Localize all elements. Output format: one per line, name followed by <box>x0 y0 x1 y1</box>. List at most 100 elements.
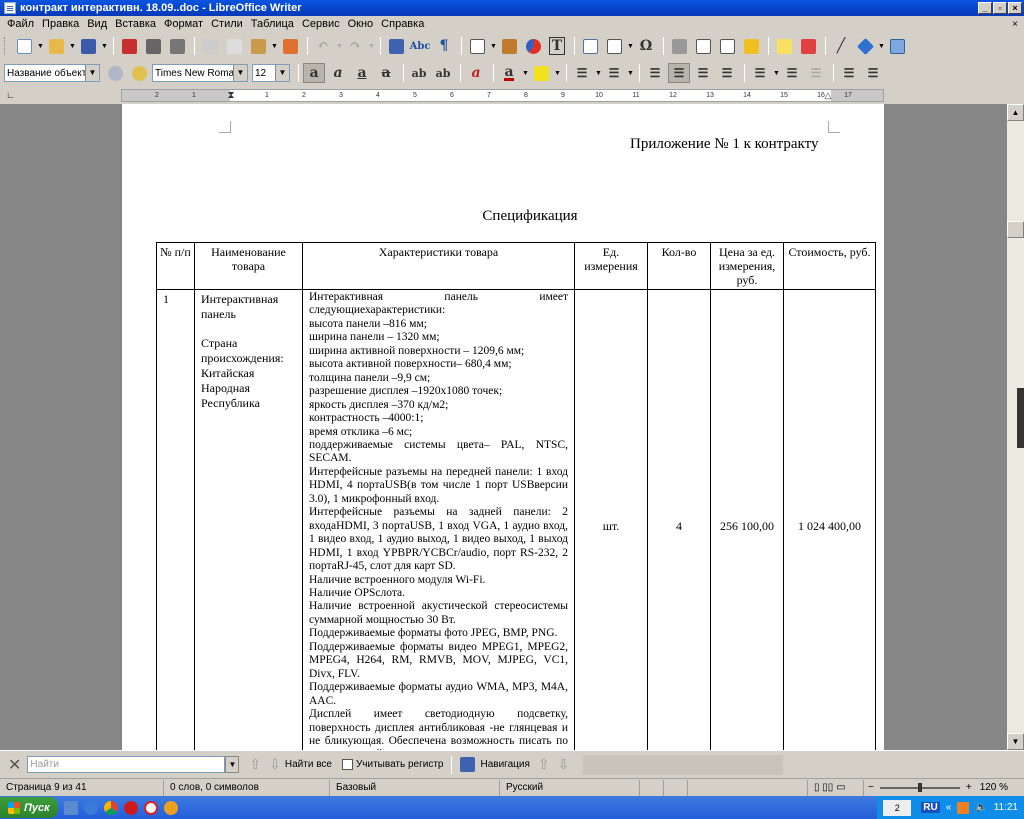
new-dropdown-arrow[interactable]: ▼ <box>37 43 45 50</box>
header-quantity[interactable]: Кол-во <box>647 242 711 290</box>
header-unit-price[interactable]: Цена за ед. измерения, руб. <box>710 242 784 290</box>
opera-icon[interactable] <box>123 800 138 815</box>
bullets-dropdown-arrow[interactable]: ▼ <box>595 70 603 77</box>
insert-table-button[interactable] <box>466 36 488 56</box>
font-size-select[interactable]: 12 ▼ <box>252 64 290 82</box>
cell-number[interactable]: 1 <box>156 289 195 750</box>
font-color-button[interactable]: a <box>498 63 520 83</box>
document-modified-status[interactable] <box>664 779 688 796</box>
left-indent-marker[interactable]: ⧗ <box>226 90 236 101</box>
decrease-indent-button[interactable]: ☰ <box>862 63 884 83</box>
export-pdf-button[interactable] <box>118 36 140 56</box>
start-button[interactable]: Пуск <box>0 797 58 818</box>
ie-icon[interactable] <box>83 800 98 815</box>
navigate-down-icon[interactable]: ⇩ <box>558 756 570 773</box>
tray-expand-icon[interactable]: « <box>946 802 952 813</box>
align-center-button[interactable]: ☰ <box>668 63 690 83</box>
find-all-button[interactable]: Найти все <box>285 759 332 770</box>
comment-button[interactable] <box>773 36 795 56</box>
menu-view[interactable]: Вид <box>83 18 111 30</box>
find-history-dropdown[interactable]: ▼ <box>225 756 240 773</box>
paragraph-style-select[interactable]: Название объекта ▼ <box>4 64 100 82</box>
appendix-heading[interactable]: Приложение № 1 к контракту <box>630 136 819 153</box>
header-product-name[interactable]: Наименование товара <box>194 242 303 290</box>
copy-button[interactable] <box>223 36 245 56</box>
close-button[interactable]: × <box>1008 2 1022 14</box>
menu-styles[interactable]: Стили <box>207 18 247 30</box>
find-next-icon[interactable]: ⇩ <box>269 756 281 773</box>
basic-shapes-button[interactable] <box>854 36 876 56</box>
cut-button[interactable] <box>199 36 221 56</box>
spelling-button[interactable]: Abc <box>409 36 431 56</box>
insert-image-button[interactable] <box>498 36 520 56</box>
scroll-thumb[interactable] <box>1007 221 1024 238</box>
view-layout-buttons[interactable]: ▯ ▯▯ ▭ <box>808 779 864 796</box>
find-replace-button[interactable] <box>385 36 407 56</box>
cell-characteristics[interactable]: Интерактивная панель имеет следующиехара… <box>302 289 575 750</box>
zoom-in-button[interactable]: + <box>966 782 972 793</box>
find-previous-icon[interactable]: ⇧ <box>249 756 261 773</box>
zoom-level[interactable]: 120 % <box>980 782 1008 793</box>
specification-table[interactable]: № п/п Наименование товара Характеристики… <box>156 242 876 750</box>
document-page[interactable]: Приложение № 1 к контракту Спецификация … <box>122 104 884 750</box>
undo-dropdown-arrow[interactable]: ▼ <box>336 43 344 50</box>
special-character-button[interactable]: Ω <box>635 36 657 56</box>
horizontal-ruler[interactable]: 2 1 ⧗ 1 2 3 4 5 6 7 8 9 10 11 12 13 14 1… <box>121 89 884 102</box>
word-count-status[interactable]: 0 слов, 0 символов <box>164 779 330 796</box>
underline-button[interactable]: a <box>351 63 373 83</box>
minimize-button[interactable]: _ <box>978 2 992 14</box>
language-status[interactable]: Русский <box>500 779 640 796</box>
track-changes-button[interactable] <box>797 36 819 56</box>
new-document-button[interactable] <box>13 36 35 56</box>
cell-quantity[interactable]: 4 <box>647 289 711 750</box>
save-dropdown-arrow[interactable]: ▼ <box>101 43 109 50</box>
numbered-list-button[interactable]: ☰ <box>603 63 625 83</box>
volume-icon[interactable]: 🔈 <box>975 802 987 813</box>
open-button[interactable] <box>45 36 67 56</box>
bulleted-list-button[interactable]: ☰ <box>571 63 593 83</box>
insert-mode-status[interactable] <box>640 779 664 796</box>
sidebar-toggle[interactable] <box>1017 388 1024 448</box>
digital-signature-status[interactable] <box>688 779 808 796</box>
taskbar-window-group[interactable]: 2 <box>883 799 912 816</box>
highlighting-dropdown-arrow[interactable]: ▼ <box>554 70 562 77</box>
redo-button[interactable]: ↷ <box>344 36 366 56</box>
highlighting-button[interactable] <box>530 63 552 83</box>
menu-table[interactable]: Таблица <box>247 18 298 30</box>
line-spacing-button[interactable]: ☰ <box>749 63 771 83</box>
header-characteristics[interactable]: Характеристики товара <box>302 242 575 290</box>
close-document-button[interactable]: × <box>1012 19 1018 30</box>
footnote-button[interactable] <box>692 36 714 56</box>
tray-app-icon[interactable] <box>957 801 970 814</box>
specification-heading[interactable]: Спецификация <box>122 208 884 225</box>
align-left-button[interactable]: ☰ <box>644 63 666 83</box>
print-preview-button[interactable] <box>166 36 188 56</box>
open-dropdown-arrow[interactable]: ▼ <box>69 43 77 50</box>
line-spacing-dropdown-arrow[interactable]: ▼ <box>773 70 781 77</box>
menu-tools[interactable]: Сервис <box>298 18 344 30</box>
header-number[interactable]: № п/п <box>156 242 195 290</box>
menu-insert[interactable]: Вставка <box>111 18 160 30</box>
page-break-button[interactable] <box>579 36 601 56</box>
line-button[interactable]: ╱ <box>830 36 852 56</box>
paste-dropdown-arrow[interactable]: ▼ <box>271 43 279 50</box>
bookmark-button[interactable] <box>740 36 762 56</box>
navigate-up-icon[interactable]: ⇧ <box>538 756 550 773</box>
print-button[interactable] <box>142 36 164 56</box>
page-number-status[interactable]: Страница 9 из 41 <box>0 779 164 796</box>
insert-field-button[interactable] <box>603 36 625 56</box>
find-input[interactable]: Найти <box>27 756 226 773</box>
cell-unit[interactable]: шт. <box>574 289 648 750</box>
menu-help[interactable]: Справка <box>377 18 428 30</box>
header-total[interactable]: Стоимость, руб. <box>783 242 876 290</box>
tab-type-selector[interactable]: ∟ <box>6 90 15 100</box>
close-find-bar-icon[interactable]: ✕ <box>8 755 21 775</box>
cell-total[interactable]: 1 024 400,00 <box>783 289 876 750</box>
justify-button[interactable]: ☰ <box>716 63 738 83</box>
align-right-button[interactable]: ☰ <box>692 63 714 83</box>
media-icon[interactable] <box>163 800 178 815</box>
menu-window[interactable]: Окно <box>344 18 378 30</box>
match-case-checkbox[interactable] <box>341 759 353 770</box>
toolbar-grip[interactable] <box>4 37 7 55</box>
table-dropdown-arrow[interactable]: ▼ <box>490 43 498 50</box>
